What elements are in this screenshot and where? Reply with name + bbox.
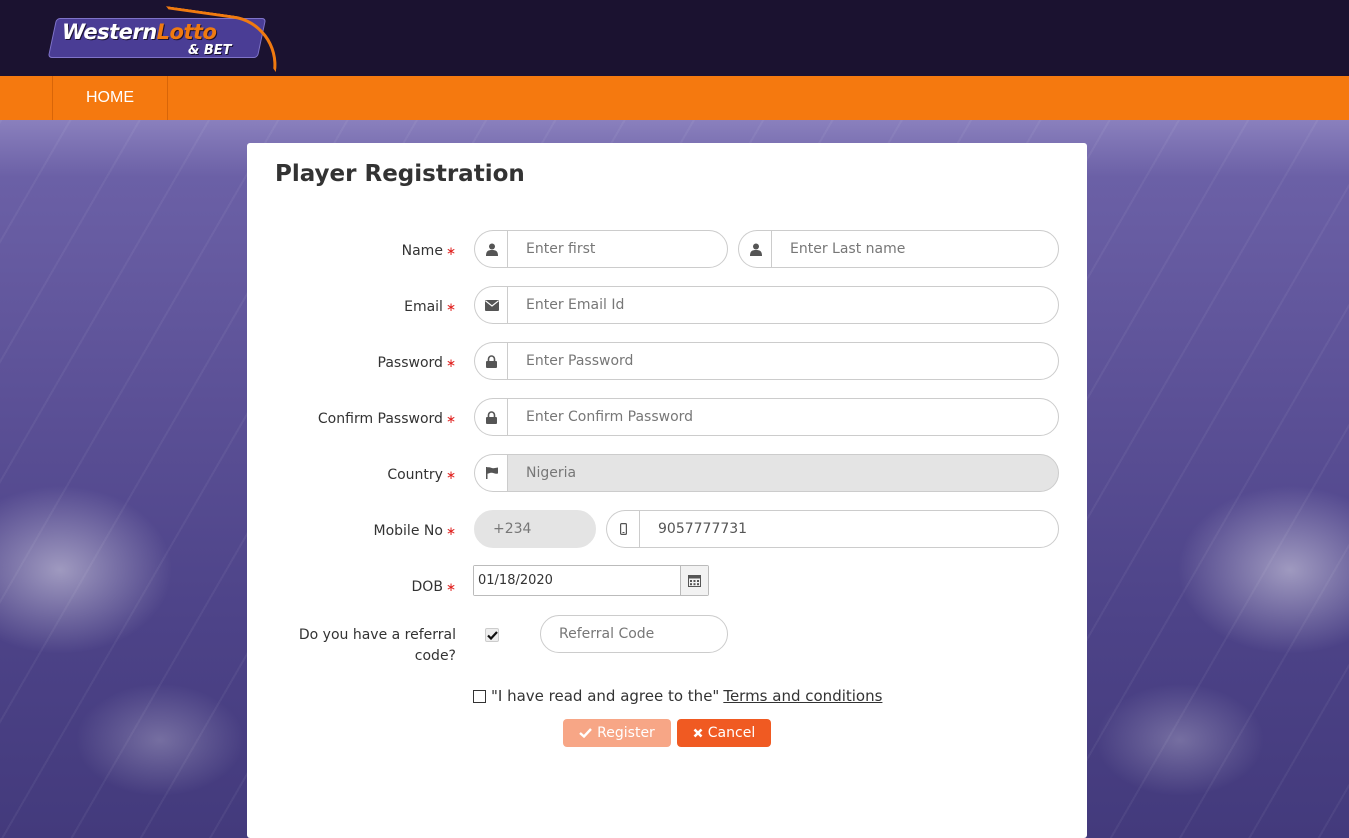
required-mark: ∗: [445, 468, 456, 482]
cancel-button[interactable]: Cancel: [677, 719, 771, 747]
calendar-icon[interactable]: [680, 566, 708, 595]
password-label: Password ∗: [377, 355, 456, 371]
close-icon: [693, 728, 703, 738]
terms-text: "I have read and agree to the": [491, 687, 720, 705]
logo-subtext: & BET: [188, 43, 232, 58]
referral-code-input[interactable]: [540, 615, 728, 653]
country-code-field[interactable]: +234: [474, 510, 596, 548]
last-name-input[interactable]: [771, 230, 1059, 268]
dob-label: DOB ∗: [411, 579, 456, 595]
referral-checkbox[interactable]: [485, 628, 499, 642]
email-input[interactable]: [507, 286, 1059, 324]
required-mark: ∗: [445, 356, 456, 370]
terms-row: "I have read and agree to the" Terms and…: [473, 687, 882, 705]
dob-field: [473, 565, 709, 596]
main-nav: HOME: [0, 76, 1349, 120]
register-button[interactable]: Register: [563, 719, 671, 747]
required-mark: ∗: [445, 244, 456, 258]
country-select[interactable]: Nigeria: [507, 454, 1059, 492]
country-label: Country ∗: [387, 467, 456, 483]
confirm-password-label: Confirm Password ∗: [317, 411, 456, 427]
terms-checkbox[interactable]: [473, 689, 486, 703]
lock-icon: [474, 398, 508, 436]
user-icon: [474, 230, 508, 268]
check-icon: [579, 728, 593, 738]
mobile-number-input[interactable]: [639, 510, 1059, 548]
page-title: Player Registration: [275, 161, 525, 187]
logo-text: WesternLotto: [62, 20, 217, 44]
user-icon: [738, 230, 772, 268]
required-mark: ∗: [445, 580, 456, 594]
required-mark: ∗: [445, 300, 456, 314]
flag-icon: [474, 454, 508, 492]
check-icon: [486, 630, 498, 640]
lock-icon: [474, 342, 508, 380]
top-header: WesternLotto & BET: [0, 0, 1349, 76]
registration-card: Player Registration Name∗ Email∗ Passwor…: [247, 143, 1087, 838]
first-name-input[interactable]: [507, 230, 728, 268]
site-logo[interactable]: WesternLotto & BET: [47, 6, 283, 72]
required-mark: ∗: [445, 524, 456, 538]
terms-link[interactable]: Terms and conditions: [723, 687, 882, 705]
password-input[interactable]: [507, 342, 1059, 380]
required-mark: ∗: [445, 412, 456, 426]
confirm-password-input[interactable]: [507, 398, 1059, 436]
mobile-phone-icon: [606, 510, 640, 548]
name-label: Name ∗: [401, 243, 456, 259]
referral-label: Do you have a referral code?: [298, 627, 456, 664]
email-label: Email ∗: [404, 299, 456, 315]
envelope-icon: [474, 286, 508, 324]
dob-input[interactable]: [474, 566, 680, 595]
mobile-label: Mobile No ∗: [373, 523, 456, 539]
nav-home-link[interactable]: HOME: [52, 76, 168, 120]
